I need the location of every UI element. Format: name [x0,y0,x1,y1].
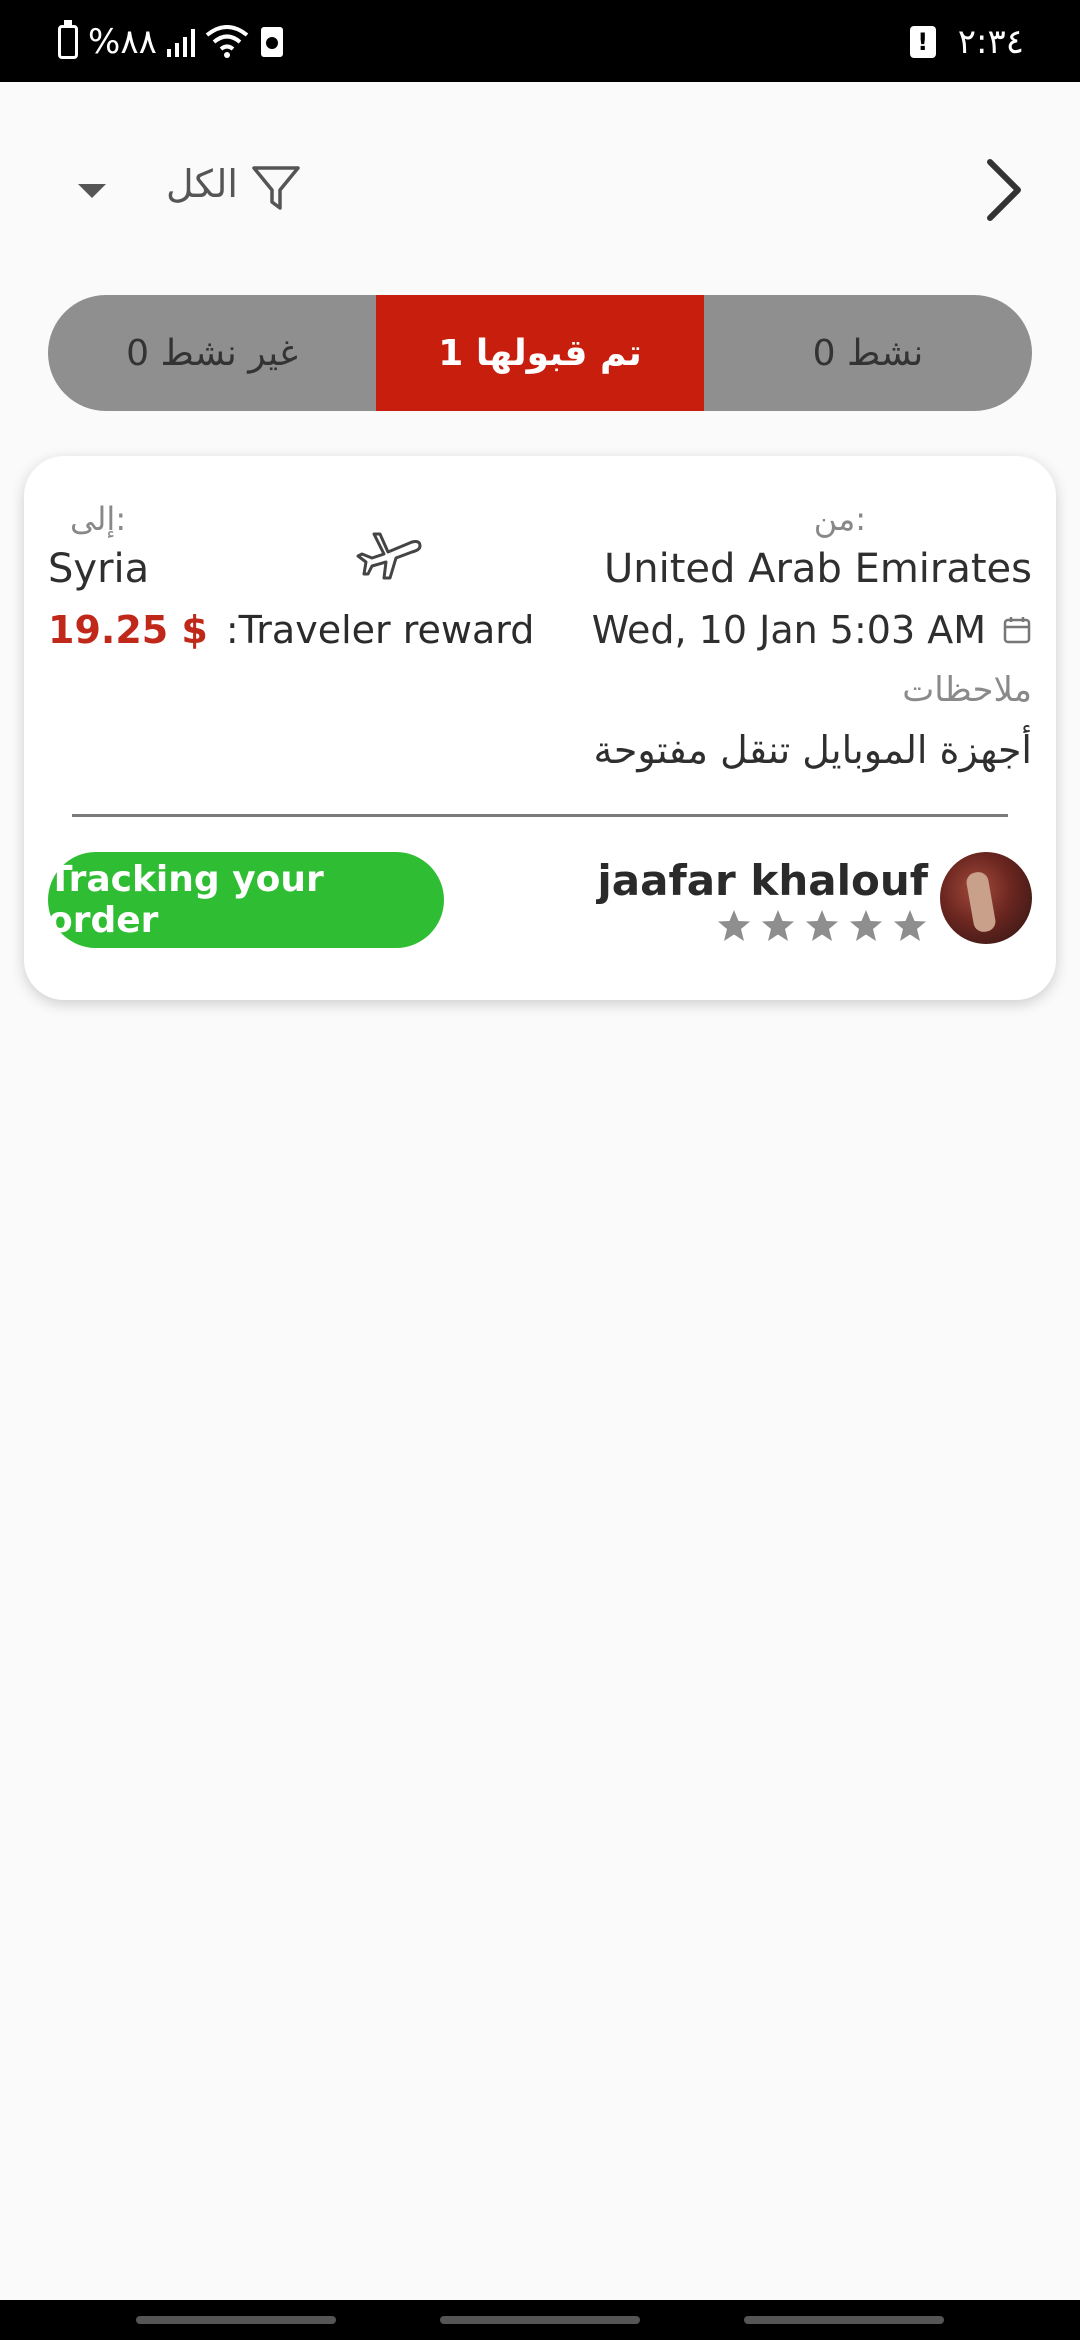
star-icon [806,910,838,941]
tab-active[interactable]: نشط 0 [704,295,1032,411]
filter-icon[interactable] [250,162,302,214]
destination-country: Syria [48,546,150,592]
star-icon [718,910,750,941]
wifi-icon [205,25,249,58]
status-tabs: غير نشط 0 تم قبولها 1 نشط 0 [48,295,1032,411]
notes-label: ملاحظات [902,670,1032,710]
order-card[interactable]: إلى: من: Syria United Arab Emirates 19.2… [24,456,1056,1000]
nav-handle-left[interactable] [136,2316,336,2324]
nav-handle-center[interactable] [440,2316,640,2324]
tracking-order-button[interactable]: Tracking your order [48,852,444,948]
from-label: من: [813,500,866,538]
star-icon [762,910,794,941]
avatar[interactable] [940,852,1032,944]
alert-icon: ! [909,26,936,58]
top-bar: الكل [0,82,1080,292]
to-label: إلى: [70,500,127,538]
nav-handle-right[interactable] [744,2316,944,2324]
status-left: %٨٨ [58,20,285,64]
clock: ٢:٣٤ [957,22,1024,62]
airplane-icon [356,532,422,580]
traveler-name[interactable]: jaafar khalouf [597,856,928,905]
star-icon [850,910,882,941]
rating-stars [716,908,928,944]
battery-percent: %٨٨ [88,22,157,62]
status-bar: %٨٨ ! ٢:٣٤ [0,0,1080,82]
calendar-icon [1003,617,1031,644]
date-text: Wed, 10 Jan 5:03 AM [591,608,986,652]
chevron-down-icon[interactable] [78,184,106,198]
signal-icon [166,27,195,57]
divider [72,814,1008,817]
status-right: ! ٢:٣٤ [909,20,1024,64]
notes-text: أجهزة الموبايل تنقل مفتوحة [593,728,1032,772]
tab-accepted[interactable]: تم قبولها 1 [376,295,704,411]
traveler-reward: 19.25 $ :Traveler reward [48,608,534,652]
reward-label: :Traveler reward [225,608,535,652]
origin-country: United Arab Emirates [603,546,1032,592]
storage-icon [260,27,283,57]
trip-date: Wed, 10 Jan 5:03 AM [592,608,1032,652]
tab-inactive[interactable]: غير نشط 0 [48,295,376,411]
battery-icon [58,20,78,59]
reward-amount: 19.25 $ [48,608,208,652]
back-chevron-icon[interactable] [976,156,1032,224]
star-icon [894,910,926,941]
system-nav-bar [0,2300,1080,2340]
filter-label[interactable]: الكل [166,162,238,206]
